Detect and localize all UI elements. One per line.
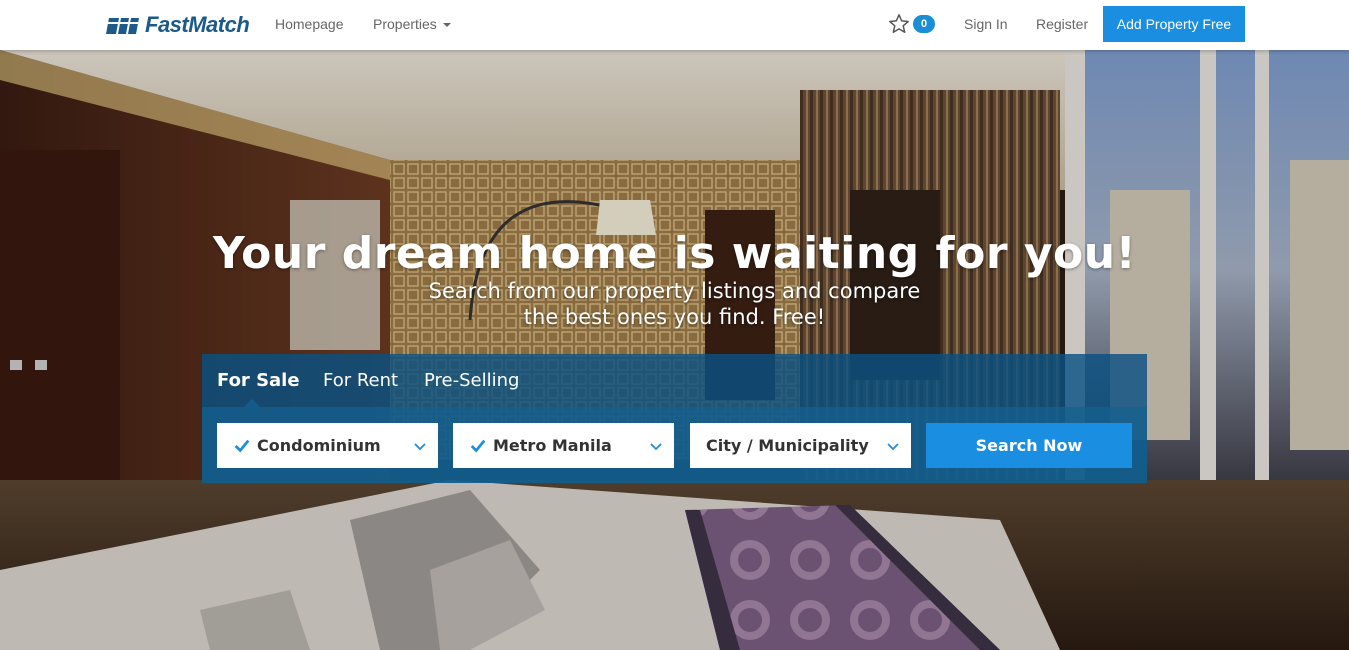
chevron-down-icon [650,443,662,451]
hero-subtitle-line-1: Search from our property listings and co… [428,279,921,303]
nav-homepage-link[interactable]: Homepage [275,16,344,32]
sign-in-link[interactable]: Sign In [964,16,1008,32]
caret-down-icon [442,23,451,28]
search-tabs-bar: For Sale For Rent Pre-Selling [202,354,1147,407]
hero-subtitle: Search from our property listings and co… [0,278,1349,330]
city-municipality-select[interactable]: City / Municipality [690,423,911,468]
top-navbar: FastMatch Homepage Properties 0 Sign In … [0,0,1349,50]
city-municipality-placeholder: City / Municipality [706,436,869,455]
favorites-button[interactable]: 0 [888,13,935,35]
add-property-button[interactable]: Add Property Free [1103,6,1245,42]
hero-subtitle-line-2: the best ones you find. Free! [523,305,826,329]
region-value: Metro Manila [493,436,612,455]
nav-properties-dropdown[interactable]: Properties [373,16,451,32]
hero-background-image [0,50,1349,650]
tab-for-rent[interactable]: For Rent [323,370,398,391]
tab-for-sale[interactable]: For Sale [217,370,300,391]
brand-logo[interactable]: FastMatch [105,12,250,38]
logo-icon [106,18,139,34]
star-icon [889,14,909,33]
hero-section: Your dream home is waiting for you! Sear… [0,50,1349,650]
region-select[interactable]: Metro Manila [453,423,674,468]
chevron-down-icon [414,443,426,451]
tab-pre-selling[interactable]: Pre-Selling [424,370,519,391]
property-type-value: Condominium [257,436,381,455]
checkmark-icon [234,439,250,453]
active-tab-indicator [244,399,260,407]
search-now-button[interactable]: Search Now [926,423,1132,468]
nav-properties-label: Properties [373,16,437,32]
brand-name: FastMatch [145,12,250,37]
checkmark-icon [470,439,486,453]
chevron-down-icon [887,443,899,451]
hero-title: Your dream home is waiting for you! [212,228,1137,279]
favorites-count-badge: 0 [913,15,935,33]
search-fields-row: Condominium Metro Manila City / Municipa… [202,407,1147,483]
property-search-panel: For Sale For Rent Pre-Selling Condominiu… [202,354,1147,483]
register-link[interactable]: Register [1036,16,1088,32]
property-type-select[interactable]: Condominium [217,423,438,468]
